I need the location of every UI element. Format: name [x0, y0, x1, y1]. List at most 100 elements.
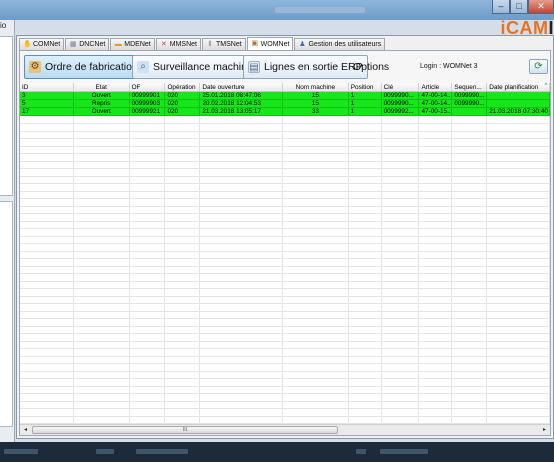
tab-womnet[interactable]: ▣ WOMNet [246, 37, 294, 50]
table-cell [419, 161, 453, 168]
table-cell [349, 303, 382, 311]
table-cell [20, 318, 74, 326]
lignes-sortie-erp-button[interactable]: ▤ Lignes en sortie ERP [243, 55, 368, 79]
table-cell [419, 236, 453, 243]
table-cell [200, 258, 283, 266]
table-cell [419, 153, 453, 161]
table-cell [165, 326, 201, 333]
table-cell [20, 146, 74, 153]
maximize-button[interactable]: □ [510, 0, 528, 14]
table-cell [20, 206, 74, 213]
login-label: Login : WOMNet 3 [420, 63, 478, 70]
table-cell [20, 341, 74, 348]
column-header[interactable]: Nom machine [283, 83, 349, 91]
column-header[interactable]: Clé [382, 83, 420, 91]
table-cell [200, 206, 283, 213]
scroll-up-icon[interactable]: ^ [542, 83, 550, 89]
orders-grid[interactable]: ID Etat OF Opération Date ouverture Nom machi… [20, 83, 550, 424]
table-cell [452, 303, 488, 311]
table-cell: 00999903 [130, 100, 166, 107]
table-cell [452, 273, 488, 281]
table-cell [382, 258, 420, 266]
table-cell [20, 221, 74, 228]
left-label: io [0, 21, 7, 30]
vertical-scrollbar[interactable]: ^ [542, 83, 550, 424]
table-cell [200, 168, 283, 176]
scroll-right-icon[interactable]: ▸ [540, 426, 549, 434]
scroll-thumb[interactable]: III [32, 426, 338, 434]
table-cell [74, 303, 130, 311]
tab-comnet[interactable]: ✋ COMNet [19, 38, 65, 50]
table-cell [487, 153, 550, 161]
table-cell [130, 341, 166, 348]
table-cell [200, 341, 283, 348]
table-cell [165, 243, 201, 251]
table-cell [382, 131, 420, 138]
refresh-button[interactable]: ⟳ [529, 59, 548, 74]
table-cell [130, 146, 166, 153]
table-row[interactable]: 5 Repris 00999903 020 20.02.2018 12:04:53 15 1… [20, 100, 550, 108]
table-cell [283, 303, 349, 311]
table-cell [382, 138, 420, 146]
scroll-left-icon[interactable]: ◂ [21, 426, 30, 434]
table-cell [283, 341, 349, 348]
table-cell [349, 386, 382, 393]
table-cell [382, 326, 420, 333]
surveillance-machine-button[interactable]: ⌕ Surveillance machine [132, 55, 258, 79]
column-header[interactable]: Article [419, 83, 453, 91]
tab-mdenet[interactable]: ▬ MDENet [110, 38, 155, 50]
column-header[interactable]: Date planification [487, 83, 550, 91]
table-cell [452, 228, 488, 236]
table-cell [419, 206, 453, 213]
table-cell [419, 288, 453, 296]
table-cell [382, 176, 420, 183]
table-cell [165, 138, 201, 146]
table-cell [200, 221, 283, 228]
table-cell [200, 348, 283, 356]
table-cell [74, 266, 130, 273]
table-cell [487, 281, 550, 288]
horizontal-scrollbar[interactable]: ◂ III ▸ [20, 424, 550, 435]
table-cell [382, 296, 420, 303]
table-cell [165, 273, 201, 281]
drill-icon: ⫴ [208, 40, 212, 48]
table-cell [130, 183, 166, 191]
table-cell [200, 356, 283, 363]
tab-tmsnet[interactable]: ⫴ TMSNet [201, 38, 246, 50]
tab-dncnet[interactable]: ▦ DNCNet [65, 38, 110, 50]
table-row[interactable] [20, 416, 550, 424]
table-cell [20, 213, 74, 221]
minimize-button[interactable]: – [492, 0, 510, 14]
table-cell [130, 333, 166, 341]
tab-gestion-des-utilisateurs[interactable]: ♟ Gestion des utilisateurs [294, 38, 386, 50]
table-cell [382, 266, 420, 273]
options-menu[interactable]: Options [353, 61, 389, 73]
column-header[interactable]: Opération [165, 83, 201, 91]
table-cell [20, 168, 74, 176]
table-cell [349, 206, 382, 213]
table-cell [165, 371, 201, 378]
table-row[interactable]: 17 Ouvert 00999921 020 21.03.2018 13:05:17 33… [20, 108, 550, 116]
column-header[interactable]: Etat [74, 83, 130, 91]
column-header[interactable]: Date ouverture [200, 83, 283, 91]
tools-icon: ✕ [160, 40, 167, 48]
table-cell [452, 281, 488, 288]
table-cell [382, 161, 420, 168]
table-row[interactable]: 3 Ouvert 00999901 020 25.01.2018 08:47:08 15 1… [20, 92, 550, 100]
tab-mmsnet[interactable]: ✕ MMSNet [155, 38, 201, 50]
column-header[interactable]: Position [349, 83, 382, 91]
table-cell [349, 273, 382, 281]
ordre-fabrication-button[interactable]: ⚙ Ordre de fabrication [24, 55, 143, 79]
column-header[interactable]: OF [130, 83, 166, 91]
close-button[interactable]: ✕ [528, 0, 554, 14]
table-cell [452, 213, 488, 221]
column-header[interactable]: ID [20, 83, 74, 91]
table-cell [283, 401, 349, 408]
table-cell [20, 131, 74, 138]
table-cell [20, 378, 74, 386]
table-cell [74, 198, 130, 206]
table-cell [452, 371, 488, 378]
column-header[interactable]: Sequen... [452, 83, 488, 91]
table-cell [419, 176, 453, 183]
table-cell [74, 123, 130, 131]
